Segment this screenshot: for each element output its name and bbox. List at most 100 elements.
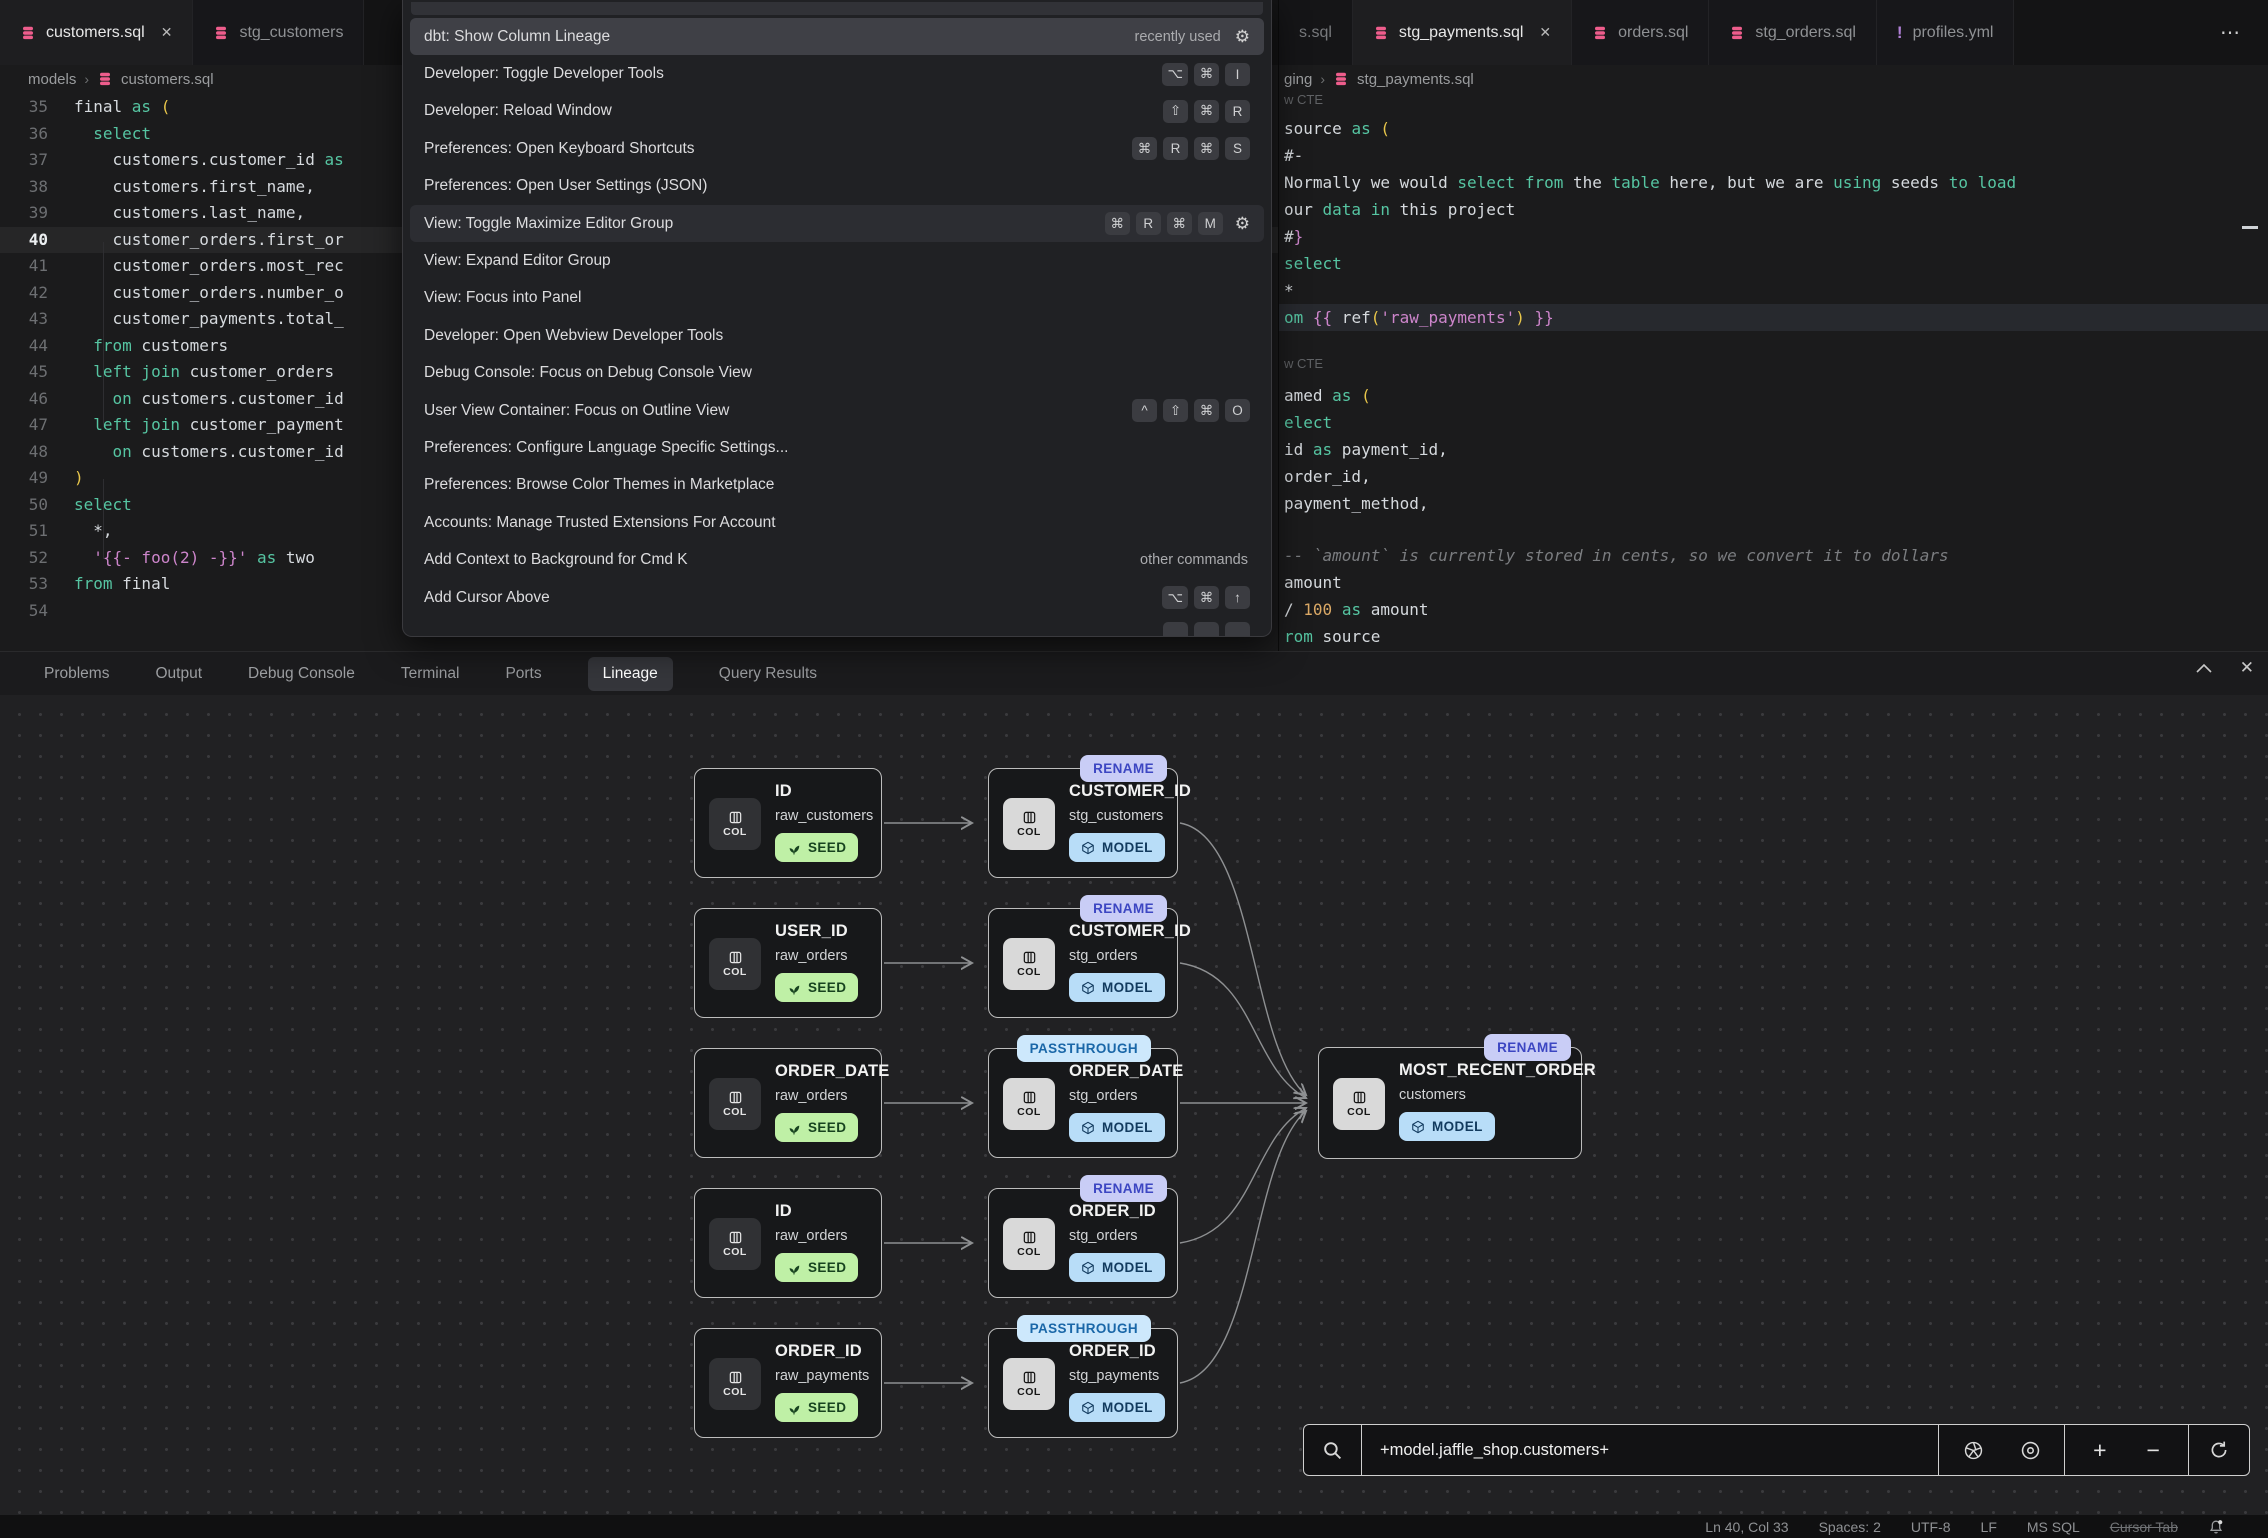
node-subtitle: raw_orders: [775, 1228, 848, 1244]
status-item-lf[interactable]: LF: [1981, 1519, 1997, 1535]
panel-tab-problems[interactable]: Problems: [44, 665, 109, 683]
palette-item[interactable]: View: Focus into Panel: [410, 280, 1264, 317]
line-number: 42: [0, 280, 74, 307]
palette-item[interactable]: dbt: Show Column Lineagerecently used⚙: [410, 18, 1264, 55]
tab-close-icon[interactable]: ✕: [161, 24, 173, 41]
palette-item[interactable]: View: Toggle Maximize Editor Group⌘R⌘M⚙: [410, 205, 1264, 242]
panel-tab-output[interactable]: Output: [155, 665, 202, 683]
code-line[interactable]: id as payment_id,: [1284, 436, 1448, 463]
tab-stg_customers[interactable]: stg_customers: [193, 0, 364, 65]
panel-tab-lineage[interactable]: Lineage: [588, 657, 673, 691]
palette-item[interactable]: Add Context to Background for Cmd Kother…: [410, 541, 1264, 578]
bell-icon[interactable]: [2208, 1519, 2224, 1535]
palette-item[interactable]: Preferences: Configure Language Specific…: [410, 429, 1264, 466]
inline-hint[interactable]: w CTE: [1284, 356, 1323, 371]
refresh-button[interactable]: [2189, 1425, 2249, 1475]
panel-collapse-icon[interactable]: [2196, 663, 2212, 673]
vscode-window: customers.sql✕stg_customers models › cus…: [0, 0, 2268, 1538]
lineage-node-raw_orders-order_date[interactable]: COLORDER_DATEraw_ordersSEED: [694, 1048, 882, 1158]
lineage-node-stg_customers-customer_id[interactable]: COLCUSTOMER_IDstg_customersMODELRENAME: [988, 768, 1178, 878]
command-palette-input[interactable]: >: [411, 2, 1263, 15]
breadcrumb-file[interactable]: customers.sql: [121, 71, 214, 88]
node-subtitle: raw_payments: [775, 1368, 869, 1384]
panel-tab-query-results[interactable]: Query Results: [719, 665, 817, 683]
lineage-node-raw_orders-id[interactable]: COLIDraw_ordersSEED: [694, 1188, 882, 1298]
panel-tab-terminal[interactable]: Terminal: [401, 665, 460, 683]
palette-item[interactable]: Developer: Toggle Developer Tools⌥⌘I: [410, 55, 1264, 92]
lineage-node-raw_orders-user_id[interactable]: COLUSER_IDraw_ordersSEED: [694, 908, 882, 1018]
code-line[interactable]: *: [1284, 277, 1294, 304]
code-line[interactable]: order_id,: [1284, 463, 1371, 490]
seedling-icon: [787, 1121, 801, 1135]
seed-badge: SEED: [775, 833, 858, 862]
code-line[interactable]: om {{ ref('raw_payments') }}: [1284, 304, 1554, 331]
gear-icon[interactable]: ⚙: [1235, 214, 1250, 234]
line-number: 47: [0, 412, 74, 439]
code-line[interactable]: our data in this project: [1284, 196, 1515, 223]
tab-customers.sql[interactable]: customers.sql✕: [0, 0, 193, 65]
panel-close-icon[interactable]: ✕: [2240, 658, 2254, 678]
lineage-node-stg_payments-order_id[interactable]: COLORDER_IDstg_paymentsMODELPASSTHROUGH: [988, 1328, 1178, 1438]
code-line[interactable]: #-: [1284, 142, 1303, 169]
code-line[interactable]: amount: [1284, 569, 1342, 596]
code-line[interactable]: amed as (: [1284, 382, 1371, 409]
search-icon: [1304, 1425, 1362, 1475]
eye-target-icon[interactable]: [2019, 1439, 2042, 1462]
status-item-ln-40-col-33[interactable]: Ln 40, Col 33: [1705, 1519, 1788, 1535]
code-editor-stg-payments[interactable]: w CTE source as (#-Normally we would sele…: [1279, 0, 2268, 651]
palette-item[interactable]: User View Container: Focus on Outline Vi…: [410, 392, 1264, 429]
line-number: 38: [0, 174, 74, 201]
breadcrumb-folder[interactable]: models: [28, 71, 76, 88]
lineage-node-customers-most_recent_order[interactable]: COLMOST_RECENT_ORDERcustomersMODELRENAME: [1318, 1047, 1582, 1159]
code-line[interactable]: select: [1284, 250, 1342, 277]
line-number: 40: [0, 227, 74, 254]
code-line[interactable]: Normally we would select from the table …: [1284, 169, 2016, 196]
panel-tab-debug-console[interactable]: Debug Console: [248, 665, 355, 683]
lineage-search-input[interactable]: [1362, 1441, 1938, 1460]
node-title: ID: [775, 1202, 792, 1221]
code-line[interactable]: elect: [1284, 409, 1332, 436]
code-line[interactable]: payment_method,: [1284, 490, 1429, 517]
node-title: ORDER_ID: [1069, 1202, 1156, 1221]
status-item-cursor-tab[interactable]: Cursor Tab: [2110, 1519, 2178, 1535]
status-item-utf-8[interactable]: UTF-8: [1911, 1519, 1951, 1535]
passthrough-tag: PASSTHROUGH: [1017, 1315, 1151, 1342]
breadcrumb[interactable]: models › customers.sql: [28, 66, 214, 92]
line-number: 46: [0, 386, 74, 413]
zoom-in-button[interactable]: +: [2093, 1437, 2106, 1464]
palette-item[interactable]: Preferences: Open Keyboard Shortcuts⌘R⌘S: [410, 130, 1264, 167]
palette-item[interactable]: Preferences: Open User Settings (JSON): [410, 168, 1264, 205]
gear-icon[interactable]: ⚙: [1235, 27, 1250, 47]
palette-item[interactable]: Debug Console: Focus on Debug Console Vi…: [410, 355, 1264, 392]
keybinding-keycap: S: [1225, 137, 1250, 160]
keybinding-keycap: ⌥: [1162, 586, 1188, 609]
aperture-icon[interactable]: [1962, 1439, 1985, 1462]
code-line[interactable]: -- `amount` is currently stored in cents…: [1284, 542, 1949, 569]
panel-tab-ports[interactable]: Ports: [505, 665, 541, 683]
code-line[interactable]: #}: [1284, 223, 1303, 250]
inline-hint[interactable]: w CTE: [1284, 92, 1323, 107]
seedling-icon: [787, 981, 801, 995]
lineage-node-raw_payments-order_id[interactable]: COLORDER_IDraw_paymentsSEED: [694, 1328, 882, 1438]
column-icon: COL: [1003, 1358, 1055, 1410]
lineage-node-raw_customers-id[interactable]: COLIDraw_customersSEED: [694, 768, 882, 878]
palette-item[interactable]: Preferences: Browse Color Themes in Mark…: [410, 467, 1264, 504]
node-subtitle: customers: [1399, 1087, 1466, 1103]
lineage-node-stg_orders-order_id[interactable]: COLORDER_IDstg_ordersMODELRENAME: [988, 1188, 1178, 1298]
palette-item[interactable]: Accounts: Manage Trusted Extensions For …: [410, 504, 1264, 541]
code-line[interactable]: / 100 as amount: [1284, 596, 1429, 623]
palette-item[interactable]: Developer: Open Webview Developer Tools: [410, 317, 1264, 354]
code-line[interactable]: rom source: [1284, 623, 1380, 650]
palette-item[interactable]: Developer: Reload Window⇧⌘R: [410, 93, 1264, 130]
keybinding-keycap: O: [1225, 399, 1250, 422]
lineage-node-stg_orders-order_date[interactable]: COLORDER_DATEstg_ordersMODELPASSTHROUGH: [988, 1048, 1178, 1158]
palette-item[interactable]: View: Expand Editor Group: [410, 242, 1264, 279]
palette-item[interactable]: Add Cursor Above⌥⌘↑: [410, 579, 1264, 616]
zoom-out-button[interactable]: −: [2147, 1437, 2160, 1464]
status-item-spaces-2[interactable]: Spaces: 2: [1819, 1519, 1881, 1535]
lineage-node-stg_orders-customer_id[interactable]: COLCUSTOMER_IDstg_ordersMODELRENAME: [988, 908, 1178, 1018]
lineage-canvas[interactable]: COLIDraw_customersSEED COLCUSTOMER_IDstg_…: [0, 695, 2268, 1516]
seed-badge: SEED: [775, 1393, 858, 1422]
status-item-ms-sql[interactable]: MS SQL: [2027, 1519, 2080, 1535]
code-line[interactable]: source as (: [1284, 115, 1390, 142]
